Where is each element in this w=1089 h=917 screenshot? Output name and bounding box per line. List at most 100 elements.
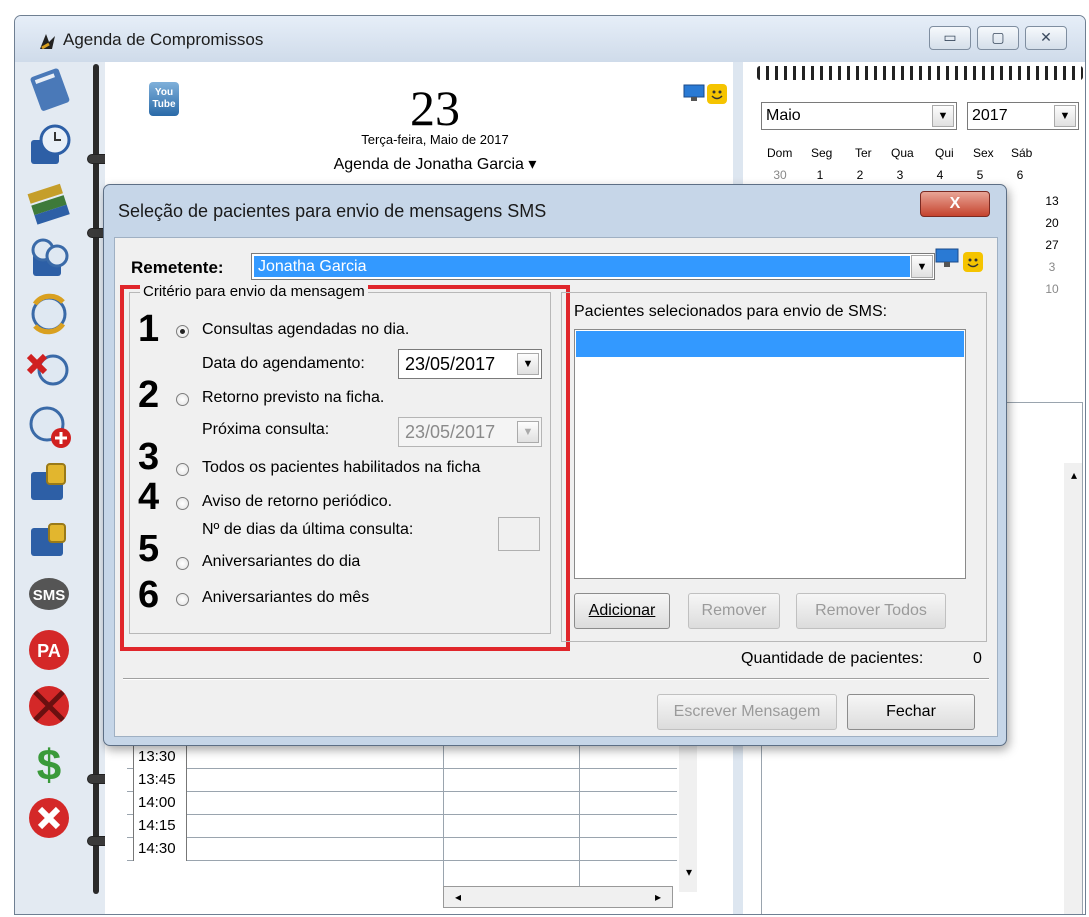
scroll-up-icon[interactable]: ▴ [1064,465,1084,485]
smile-icon[interactable] [963,252,983,272]
monitor-icon[interactable] [935,248,959,268]
calendar-day[interactable]: 6 [1005,168,1035,182]
write-message-label: Escrever Mensagem [673,703,821,720]
toolbar-add-appointment[interactable] [25,402,73,450]
calendar-day[interactable]: 1 [805,168,835,182]
radio-birthdays-day[interactable] [176,557,189,570]
add-button-label: Adicionar [588,602,656,619]
agenda-owner-dropdown[interactable]: Agenda de Jonatha Garcia ▾ [245,154,625,174]
sms-dialog: Seleção de pacientes para envio de mensa… [103,184,1007,746]
weekday-header: Dom [767,146,793,160]
calendar-day[interactable]: 30 [765,168,795,182]
option-number: 3 [138,436,160,478]
next-visit-value: 23/05/2017 [405,422,496,442]
toolbar-sync[interactable] [25,290,73,338]
radio-periodic-return[interactable] [176,497,189,510]
toolbar-unlock-book[interactable] [25,514,73,562]
write-message-button[interactable]: Escrever Mensagem [657,694,837,730]
sender-label: Remetente: [131,258,224,277]
date-text: Terça-feira, Maio de 2017 [361,132,509,147]
calendar-day[interactable]: 2 [845,168,875,182]
radio-expected-return[interactable] [176,393,189,406]
table-row[interactable]: 14:30 [127,838,677,861]
year-select[interactable]: 2017 ▼ [967,102,1079,130]
remove-button[interactable]: Remover [688,593,780,629]
remove-all-button-label: Remover Todos [815,602,927,619]
month-select[interactable]: Maio ▼ [761,102,957,130]
toolbar-delete-appointment[interactable] [25,346,73,394]
close-window-button[interactable]: ✕ [1025,26,1067,50]
toolbar-finance[interactable]: $ [25,738,73,790]
option-label[interactable]: Aviso de retorno periódico. [202,493,392,511]
table-row[interactable]: 14:15 [127,815,677,838]
unlocked-book-icon [31,523,66,556]
scroll-down-icon[interactable]: ▾ [679,862,699,882]
schedule-date-picker[interactable]: 23/05/2017 ▼ [398,349,542,379]
calendar-day[interactable]: 3 [1037,260,1067,274]
toolbar-pa-cancel[interactable] [25,682,73,730]
monitor-icon[interactable] [683,84,705,102]
sender-select[interactable]: Jonatha Garcia ▼ [251,253,935,280]
time-cell: 13:45 [133,769,187,792]
scroll-left-icon[interactable]: ◂ [448,887,468,907]
time-cell: 13:30 [133,746,187,769]
chevron-down-icon[interactable]: ▼ [517,353,539,375]
toolbar-agenda-book[interactable] [25,66,73,114]
time-cell: 14:15 [133,815,187,838]
chevron-down-icon[interactable]: ▼ [517,421,539,443]
calendar-day[interactable]: 13 [1037,194,1067,208]
calendar-day[interactable]: 10 [1037,282,1067,296]
timetable-horizontal-scrollbar[interactable]: ◂ ▸ [443,886,673,908]
youtube-icon[interactable]: You Tube [149,82,179,116]
table-row[interactable]: 14:00 [127,792,677,815]
calendar-day[interactable]: 20 [1037,216,1067,230]
option-label[interactable]: Aniversariantes do mês [202,589,369,607]
list-item[interactable] [576,331,964,357]
toolbar-pa[interactable]: PA [25,626,73,674]
close-dialog-button[interactable]: Fechar [847,694,975,730]
toolbar-records[interactable] [25,178,73,226]
calendar-day[interactable]: 27 [1037,238,1067,252]
time-cell: 14:00 [133,792,187,815]
next-visit-label: Próxima consulta: [202,421,330,438]
maximize-button[interactable]: ▢ [977,26,1019,50]
calendar-day[interactable]: 5 [965,168,995,182]
sms-icon: SMS [29,578,69,610]
option-label[interactable]: Retorno previsto na ficha. [202,389,384,407]
calendar-day[interactable]: 4 [925,168,955,182]
chevron-down-icon[interactable]: ▼ [932,105,954,127]
pa-icon: PA [29,630,69,670]
table-row[interactable]: 13:30 [127,746,677,769]
radio-all-patients[interactable] [176,463,189,476]
main-titlebar: Agenda de Compromissos ▭ ▢ ✕ [15,16,1085,62]
smile-icon[interactable] [707,84,727,104]
refresh-clock-icon [31,293,67,335]
option-label[interactable]: Consultas agendadas no dia. [202,321,409,339]
weekday-header: Ter [855,146,872,160]
dialog-close-button[interactable]: X [920,191,990,217]
clocks-icon [31,238,69,276]
toolbar-exit[interactable] [25,794,73,842]
list-scrollbar[interactable]: ▴ ▾ [1064,463,1084,914]
option-label[interactable]: Todos os pacientes habilitados na ficha [202,459,480,477]
chevron-down-icon[interactable]: ▼ [1054,105,1076,127]
table-row[interactable]: 13:45 [127,769,677,792]
toolbar-sms[interactable]: SMS [25,570,73,618]
days-input[interactable] [498,517,540,551]
selected-patients-list[interactable] [574,329,966,579]
option-label[interactable]: Aniversariantes do dia [202,553,360,571]
chevron-down-icon[interactable]: ▼ [911,255,933,278]
toolbar-multi-clock[interactable] [25,234,73,282]
next-visit-date-picker[interactable]: 23/05/2017 ▼ [398,417,542,447]
add-button[interactable]: Adicionar [574,593,670,629]
day-number: 23 [410,80,460,136]
toolbar-schedule[interactable] [25,122,73,170]
radio-scheduled-today[interactable] [176,325,189,338]
radio-birthdays-month[interactable] [176,593,189,606]
remove-button-label: Remover [701,602,767,619]
scroll-right-icon[interactable]: ▸ [648,887,668,907]
calendar-day[interactable]: 3 [885,168,915,182]
toolbar-lock-book[interactable] [25,458,73,506]
minimize-button[interactable]: ▭ [929,26,971,50]
remove-all-button[interactable]: Remover Todos [796,593,946,629]
